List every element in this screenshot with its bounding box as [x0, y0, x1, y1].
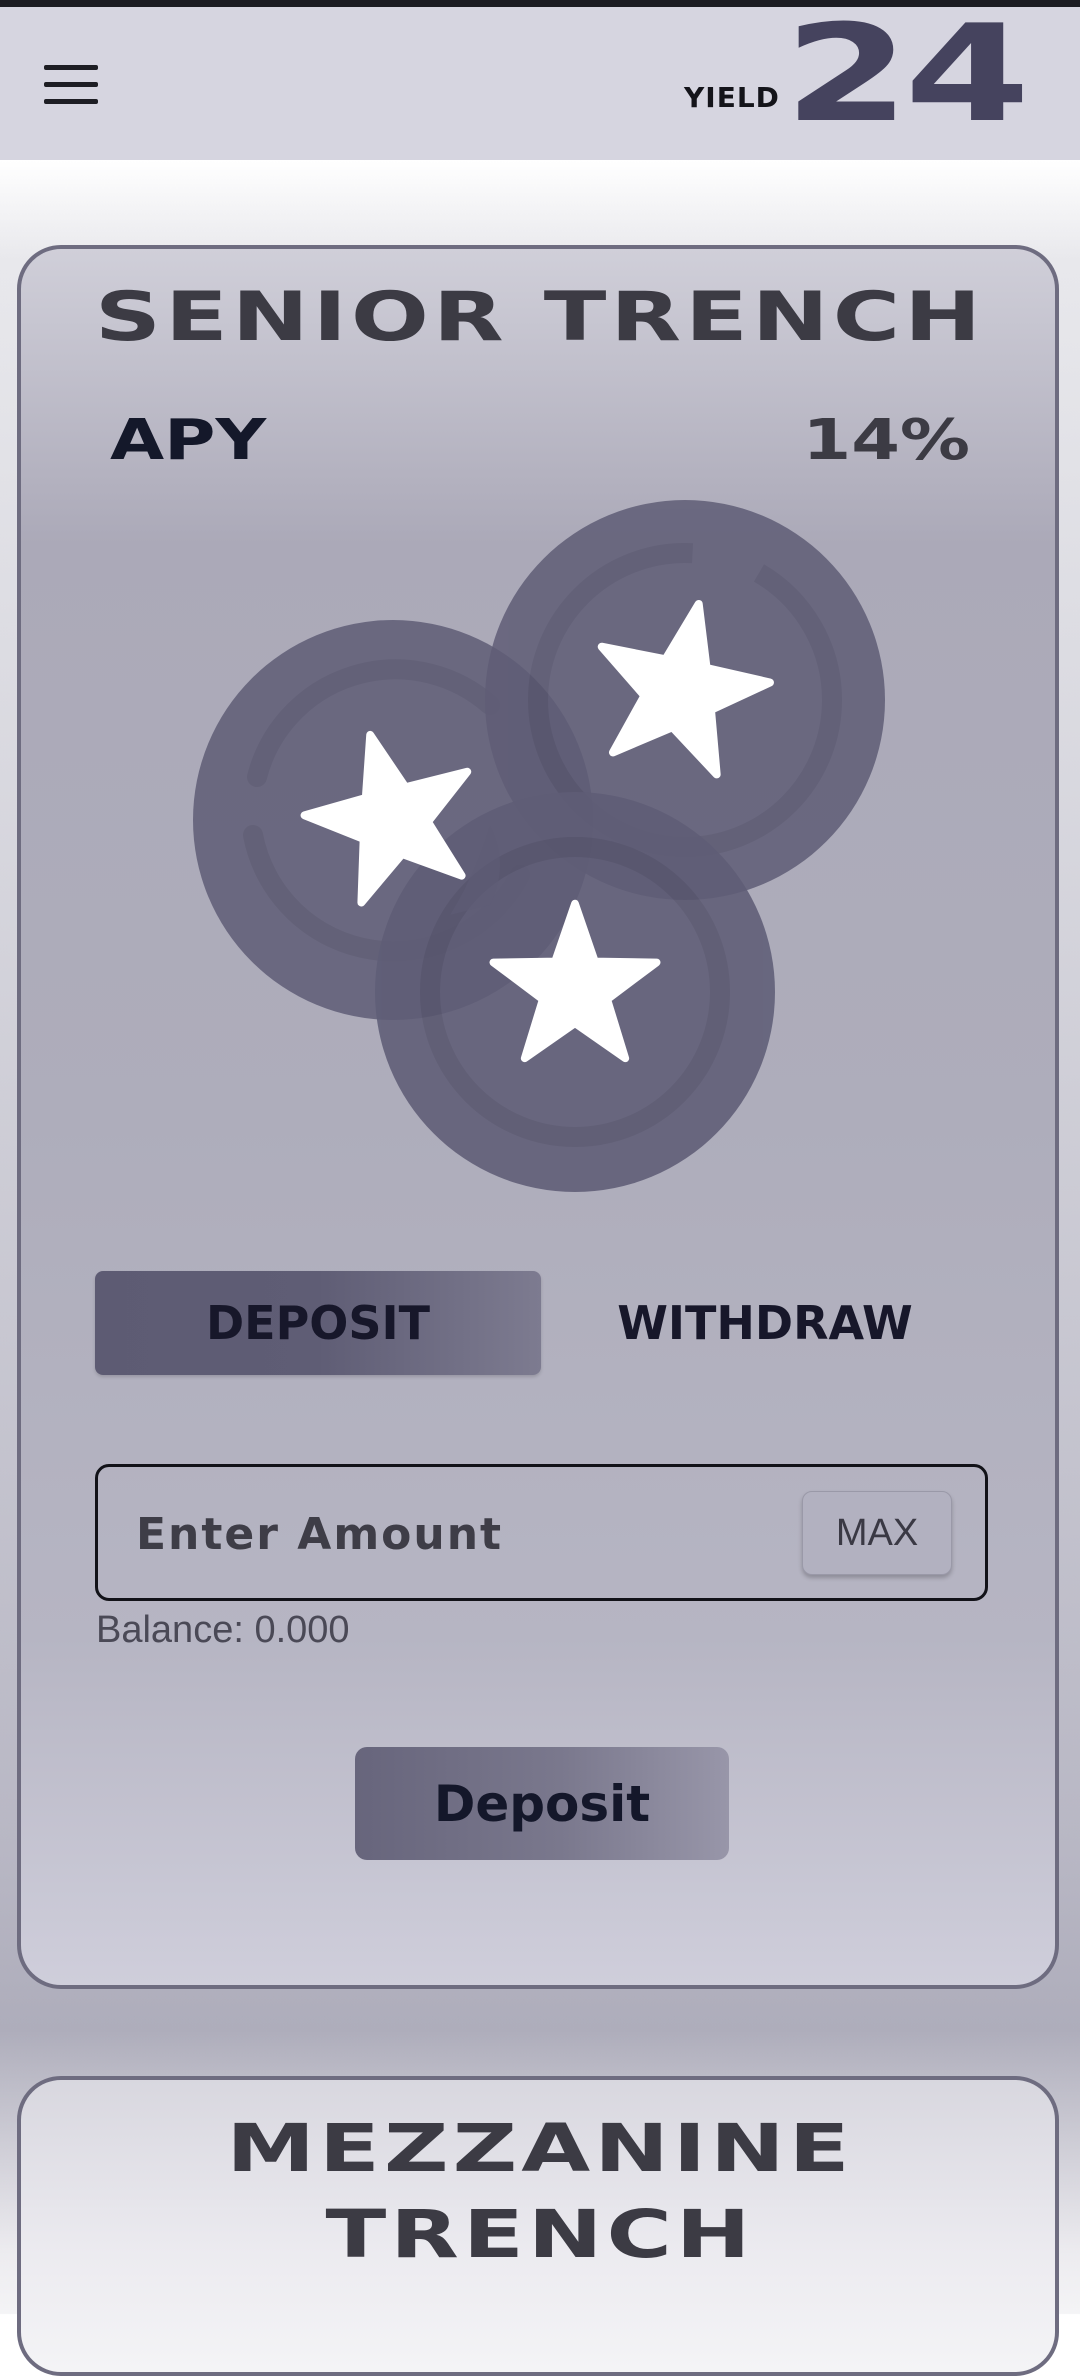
- mezzanine-trench-title-line1: MEZZANINE: [226, 2110, 854, 2187]
- brand-logo[interactable]: YIELD 24: [684, 7, 1030, 141]
- star-coins-illustration: [193, 500, 885, 1192]
- max-button[interactable]: MAX: [802, 1491, 952, 1575]
- app-header: YIELD 24: [0, 7, 1080, 160]
- tab-withdraw[interactable]: WITHDRAW: [560, 1271, 970, 1375]
- apy-label: APY: [110, 408, 267, 473]
- amount-field-container: MAX: [95, 1464, 988, 1601]
- amount-input[interactable]: [134, 1493, 778, 1575]
- tab-deposit[interactable]: DEPOSIT: [95, 1271, 541, 1375]
- deposit-button[interactable]: Deposit: [355, 1747, 729, 1860]
- apy-value: 14%: [802, 408, 970, 473]
- senior-trench-title: SENIOR TRENCH: [94, 278, 986, 357]
- mezzanine-trench-title-line2: TRENCH: [325, 2196, 755, 2273]
- logo-text-yield: YIELD: [684, 81, 780, 114]
- balance-text: Balance: 0.000: [96, 1609, 350, 1651]
- logo-text-24: 24: [784, 0, 1030, 152]
- hamburger-menu-icon[interactable]: [44, 65, 98, 105]
